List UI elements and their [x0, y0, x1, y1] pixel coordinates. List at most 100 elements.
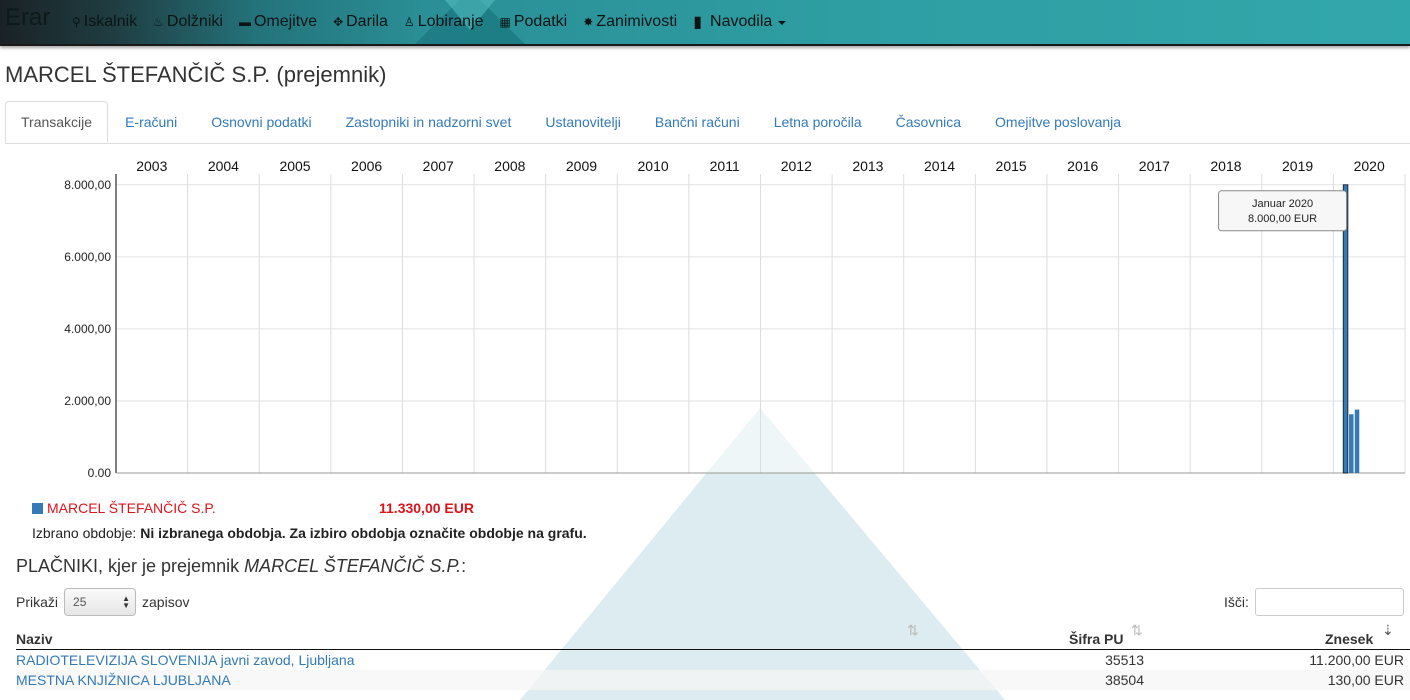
show-suffix: zapisov — [142, 594, 190, 610]
nav-menu: ⚲ Iskalnik ♨ Dolžniki ▬ Omejitve ✥ Darila ♙ Lobir… — [72, 0, 802, 44]
nav-item-podatki[interactable]: ▦ Podatki — [500, 13, 568, 31]
grid-icon: ▦ — [499, 15, 511, 29]
page-size-control: Prikaži 25 ▲ ▼ zapisov — [16, 588, 189, 616]
y-tick-label: 4.000,00 — [64, 322, 111, 336]
payer-amount: 130,00 EUR — [1327, 672, 1404, 688]
sort-desc-icon[interactable]: ⇣ — [1382, 622, 1394, 639]
payers-heading-name: MARCEL ŠTEFANČIČ S.P. — [244, 556, 462, 576]
x-tick-label: 2009 — [566, 158, 597, 174]
asterisk-icon: ✸ — [583, 15, 594, 29]
legend-total: 11.330,00 EUR — [379, 500, 474, 516]
legend-series-name: MARCEL ŠTEFANČIČ S.P. — [47, 500, 216, 516]
tooltip-value: 8.000,00 EUR — [1248, 213, 1317, 225]
bar[interactable] — [1349, 414, 1354, 473]
nav-item-iskalnik[interactable]: ⚲ Iskalnik — [72, 13, 137, 31]
nav-item-label: Zanimivosti — [596, 13, 678, 30]
nav-item-lobiranje[interactable]: ♙ Lobiranje — [404, 13, 484, 31]
y-tick-label: 2.000,00 — [64, 394, 111, 408]
tab-zastopniki-in-nadzorni-svet[interactable]: Zastopniki in nadzorni svet — [329, 101, 529, 143]
column-header-naziv[interactable]: Naziv — [16, 631, 53, 647]
nav-item-label: Navodila — [710, 13, 773, 30]
x-tick-label: 2014 — [924, 158, 955, 174]
nav-item-label: Darila — [346, 13, 388, 30]
nav-item-label: Lobiranje — [417, 13, 484, 30]
payer-code: 35513 — [1105, 652, 1144, 668]
table-header: Naziv ⇅ Šifra PU ⇅ Znesek ⇣ — [16, 622, 1410, 650]
nav-item-label: Iskalnik — [83, 13, 138, 30]
x-tick-label: 2004 — [208, 158, 239, 174]
book-icon: ▮ — [693, 14, 703, 31]
x-tick-label: 2008 — [494, 158, 525, 174]
table-row: MESTNA KNJIŽNICA LJUBLJANA 38504 130,00 EU… — [16, 670, 1410, 690]
tab-omejitve-poslovanja[interactable]: Omejitve poslovanja — [978, 101, 1138, 143]
x-tick-label: 2019 — [1282, 158, 1313, 174]
sort-both-icon[interactable]: ⇅ — [907, 622, 919, 639]
x-tick-label: 2020 — [1354, 158, 1385, 174]
tab-ban-ni-ra-uni[interactable]: Bančni računi — [638, 101, 757, 143]
payers-heading: PLAČNIKI, kjer je prejemnik MARCEL ŠTEFA… — [16, 556, 466, 577]
x-tick-label: 2007 — [423, 158, 454, 174]
payer-name-link[interactable]: RADIOTELEVIZIJA SLOVENIJA javni zavod, L… — [16, 650, 355, 670]
x-tick-label: 2012 — [781, 158, 812, 174]
x-tick-label: 2010 — [638, 158, 669, 174]
tab--asovnica[interactable]: Časovnica — [879, 101, 978, 143]
search-input[interactable] — [1255, 588, 1404, 616]
pawn-icon: ♙ — [403, 15, 415, 29]
x-tick-label: 2011 — [710, 158, 740, 174]
page-size-select[interactable]: 25 ▲ ▼ — [64, 588, 137, 616]
x-tick-label: 2013 — [852, 158, 883, 174]
page-title: MARCEL ŠTEFANČIČ S.P. (prejemnik) — [5, 62, 387, 87]
legend-swatch — [32, 502, 43, 514]
nav-item-darila[interactable]: ✥ Darila — [333, 13, 388, 31]
table-body: RADIOTELEVIZIJA SLOVENIJA javni zavod, L… — [16, 650, 1410, 690]
nav-item-label: Podatki — [513, 13, 568, 30]
tab-e-ra-uni[interactable]: E-računi — [108, 101, 194, 143]
nav-item-omejitve[interactable]: ▬ Omejitve — [239, 13, 317, 31]
x-tick-label: 2015 — [996, 158, 1027, 174]
nav-item-label: Dolžniki — [166, 13, 223, 30]
y-tick-label: 0.00 — [88, 466, 112, 480]
tooltip-month: Januar 2020 — [1252, 198, 1313, 210]
payer-code: 38504 — [1105, 672, 1144, 688]
fire-icon: ♨ — [153, 15, 164, 29]
nav-item-zanimivosti[interactable]: ✸ Zanimivosti — [583, 13, 677, 31]
sort-both-icon[interactable]: ⇅ — [1131, 622, 1143, 639]
nav-item-navodila[interactable]: ▮ Navodila — [693, 12, 787, 32]
table-row: RADIOTELEVIZIJA SLOVENIJA javni zavod, L… — [16, 650, 1410, 670]
page-size-value: 25 — [73, 595, 87, 609]
gift-icon: ✥ — [333, 15, 344, 29]
transactions-chart[interactable]: 0.00 2.000,00 4.000,00 6.000,00 8.000,00 2003… — [0, 150, 1410, 490]
briefcase-icon: ▬ — [238, 15, 251, 29]
caret-down-icon — [778, 21, 787, 25]
tab-transakcije[interactable]: Transakcije — [5, 101, 109, 143]
period-value: Ni izbranega obdobja. Za izbiro obdobja … — [140, 525, 587, 541]
payer-amount: 11.200,00 EUR — [1309, 652, 1404, 668]
search-label: Išči: — [1224, 594, 1249, 610]
select-arrows-icon: ▲ ▼ — [122, 594, 131, 610]
payers-heading-prefix: PLAČNIKI, kjer je prejemnik — [16, 556, 240, 576]
chart-legend: MARCEL ŠTEFANČIČ S.P. — [32, 500, 216, 516]
payers-table: Naziv ⇅ Šifra PU ⇅ Znesek ⇣ RADIOTELEVIZ… — [16, 622, 1410, 690]
x-tick-label: 2005 — [279, 158, 310, 174]
x-tick-label: 2016 — [1067, 158, 1098, 174]
y-tick-label: 6.000,00 — [64, 250, 111, 264]
tab-letna-poro-ila[interactable]: Letna poročila — [757, 101, 879, 143]
search-icon: ⚲ — [72, 15, 81, 29]
nav-item-dol-niki[interactable]: ♨ Dolžniki — [153, 13, 223, 31]
x-tick-label: 2018 — [1210, 158, 1241, 174]
brand-logo[interactable]: Erar — [5, 4, 50, 32]
nav-item-label: Omejitve — [253, 13, 318, 30]
column-header-znesek[interactable]: Znesek — [1325, 631, 1373, 647]
tab-bar: Transakcije E-računi Osnovni podatki Zastop… — [5, 101, 1410, 144]
period-label: Izbrano obdobje: — [32, 525, 137, 541]
x-tick-label: 2017 — [1139, 158, 1170, 174]
x-tick-label: 2003 — [136, 158, 167, 174]
show-label: Prikaži — [16, 594, 59, 610]
tab-ustanovitelji[interactable]: Ustanovitelji — [528, 101, 637, 143]
column-header-sifra[interactable]: Šifra PU — [1069, 631, 1123, 647]
payer-name-link[interactable]: MESTNA KNJIŽNICA LJUBLJANA — [16, 670, 231, 690]
bar[interactable] — [1354, 409, 1360, 473]
tab-osnovni-podatki[interactable]: Osnovni podatki — [194, 101, 328, 143]
payers-heading-suffix: : — [461, 556, 467, 576]
x-tick-label: 2006 — [351, 158, 382, 174]
